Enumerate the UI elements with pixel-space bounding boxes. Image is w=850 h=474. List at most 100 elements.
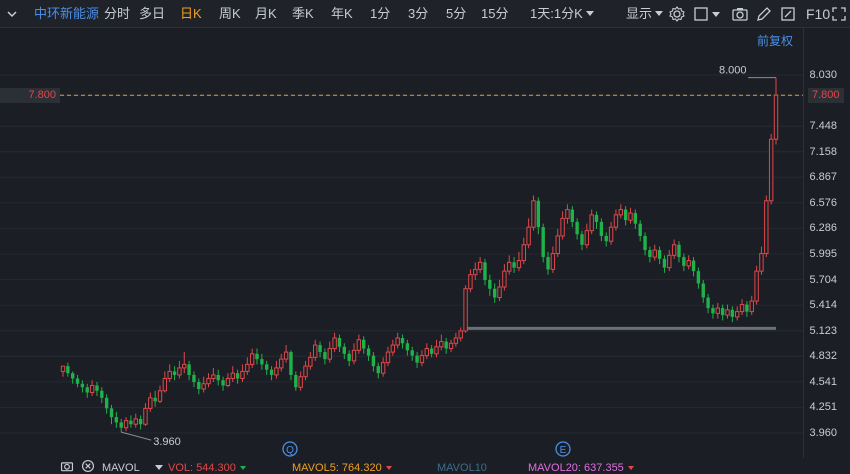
y-tick-label: 4.251 (809, 401, 837, 414)
current-price-tag-right: 7.800 (808, 87, 844, 103)
candle-up (332, 337, 337, 350)
candle-up (177, 367, 182, 376)
tab-yearly-k[interactable]: 年K (331, 6, 353, 22)
candle-up (715, 307, 720, 314)
tab-custom-period[interactable]: 1天:1分K (530, 6, 594, 22)
candle-up (211, 374, 216, 379)
candle-down (575, 221, 579, 235)
gear-icon[interactable] (668, 5, 686, 23)
candle-up (356, 339, 362, 351)
candle-up (686, 260, 691, 267)
candle-down (294, 374, 298, 388)
tab-weekly-k[interactable]: 周K (219, 6, 241, 22)
candle-up (327, 348, 332, 360)
tab-intraday[interactable]: 分时 (104, 6, 130, 22)
camera-icon[interactable] (60, 459, 74, 473)
candle-up (201, 383, 206, 390)
tab-daily-k[interactable]: 日K (180, 6, 202, 22)
close-icon[interactable] (81, 459, 95, 473)
candle-up (395, 337, 400, 346)
candle-up (385, 351, 391, 364)
candle-down (536, 200, 541, 228)
expand-icon[interactable] (830, 5, 848, 23)
candle-up (502, 270, 507, 288)
chevron-down-icon[interactable] (3, 5, 21, 23)
candle-up (628, 212, 633, 221)
caret-down-icon[interactable] (712, 12, 720, 17)
candle-up (521, 244, 526, 262)
candle-up (671, 244, 677, 256)
mavol5-value: MAVOL5: 764.320 (292, 460, 392, 474)
candle-down (265, 364, 269, 370)
tab-1min[interactable]: 1分 (370, 6, 390, 22)
down-arrow-icon (627, 466, 634, 470)
mavol5-label: MAVOL5: 764.320 (292, 462, 382, 474)
candle-up (448, 342, 454, 350)
caret-down-icon (655, 11, 664, 16)
mavol10-value: MAVOL10 (437, 462, 487, 474)
candle-down (580, 234, 584, 245)
candle-down (100, 390, 104, 398)
candle-down (342, 346, 347, 354)
tab-quarterly-k[interactable]: 季K (292, 6, 314, 22)
candle-up (439, 341, 444, 348)
tab-15min[interactable]: 15分 (481, 6, 508, 22)
caret-down-icon[interactable] (155, 465, 163, 470)
candle-up (618, 209, 623, 216)
candle-up (162, 377, 168, 392)
candle-down (129, 420, 133, 425)
candle-up (303, 365, 308, 378)
candle-down (362, 339, 366, 349)
candle-down (444, 341, 448, 349)
candle-down (720, 308, 725, 316)
candle-down (541, 227, 545, 258)
tab-monthly-k[interactable]: 月K (255, 6, 277, 22)
event-marker-q[interactable]: Q (282, 441, 298, 457)
candle-up (283, 351, 289, 360)
candle-down (657, 250, 662, 259)
y-tick-label: 4.832 (809, 350, 837, 363)
candle-up (249, 353, 255, 365)
candle-up (516, 260, 522, 269)
candlestick-chart[interactable]: 8.000 3.960 Q E (0, 28, 803, 458)
f10-button[interactable]: F10 (806, 6, 830, 22)
event-marker-e[interactable]: E (555, 441, 571, 457)
tab-multi-day[interactable]: 多日 (139, 6, 165, 22)
price-axis: 7.800 8.030 7.448 7.158 6.867 6.576 6.286 5.99… (803, 28, 850, 458)
candle-up (608, 226, 614, 242)
tab-3min[interactable]: 3分 (408, 6, 428, 22)
candle-up (143, 407, 148, 425)
tab-custom-period-label: 1天:1分K (530, 6, 583, 21)
y-tick-label: 7.448 (809, 120, 837, 133)
current-price-tag-left: 7.800 (0, 87, 60, 103)
candle-up (560, 217, 565, 237)
indicator-name[interactable]: MAVOL (102, 460, 140, 474)
candle-down (80, 383, 85, 388)
candle-down (696, 271, 701, 284)
candle-up (230, 372, 235, 379)
candle-down (119, 422, 123, 428)
camera-icon[interactable] (731, 5, 749, 23)
mavol20-label: MAVOL20: 637.355 (528, 462, 624, 474)
stock-name[interactable]: 中环新能源 (34, 6, 99, 22)
candle-down (323, 352, 327, 360)
display-menu[interactable]: 显示 (626, 6, 664, 22)
y-tick-label: 5.123 (809, 324, 837, 337)
eraser-icon[interactable] (779, 5, 797, 23)
candle-up (667, 254, 672, 269)
checkbox-square-icon[interactable] (692, 5, 710, 23)
y-tick-label: 5.995 (809, 248, 837, 260)
forward-adjust-button[interactable]: 前复权 (757, 32, 793, 49)
mavol20-value: MAVOL20: 637.355 (528, 460, 634, 474)
candle-up (453, 337, 459, 344)
candle-down (95, 385, 99, 391)
y-tick-label: 6.867 (809, 171, 837, 184)
pencil-icon[interactable] (755, 5, 773, 23)
tab-5min[interactable]: 5分 (446, 6, 466, 22)
y-tick-label: 3.960 (809, 427, 837, 439)
candle-up (764, 200, 769, 255)
candle-down (400, 338, 405, 344)
candle-up (652, 249, 657, 258)
down-arrow-icon (385, 466, 392, 470)
candle-down (216, 374, 220, 381)
